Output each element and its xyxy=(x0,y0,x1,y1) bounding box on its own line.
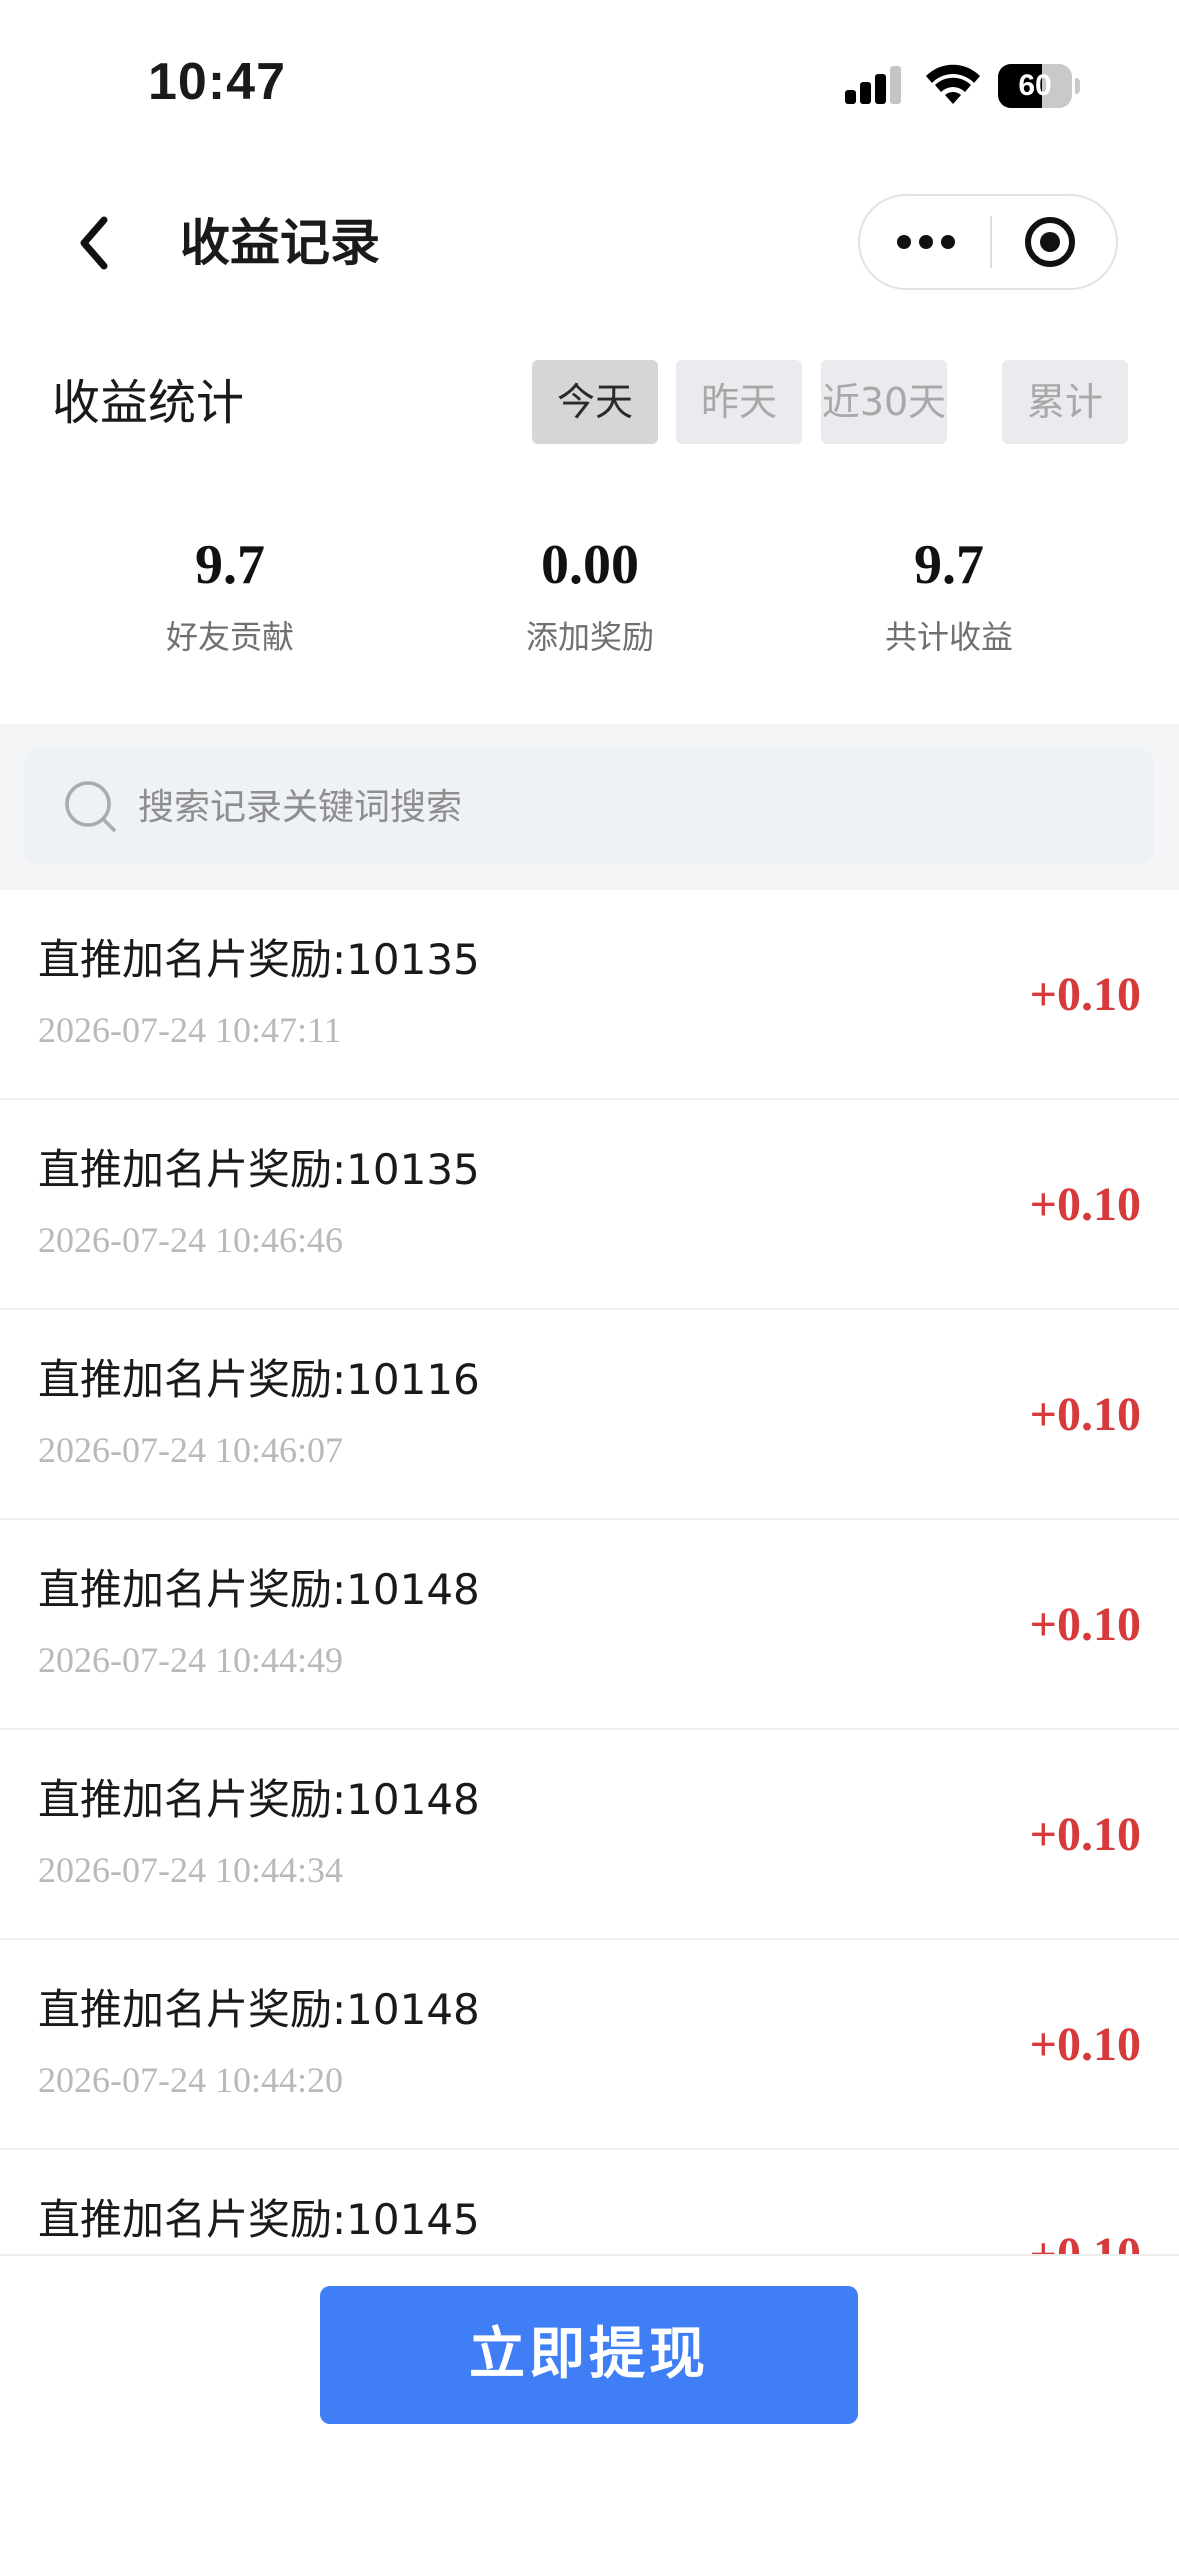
stat-value: 0.00 xyxy=(541,534,639,596)
record-item[interactable]: 直推加名片奖励:10135 2026-07-24 10:47:11 +0.10 xyxy=(0,890,1179,1100)
stat-value: 9.7 xyxy=(195,534,265,596)
record-title: 直推加名片奖励:10135 xyxy=(38,935,480,984)
search-area xyxy=(0,724,1179,890)
record-item[interactable]: 直推加名片奖励:10135 2026-07-24 10:46:46 +0.10 xyxy=(0,1100,1179,1310)
tab-last-30-days[interactable]: 近30天 xyxy=(821,360,947,444)
battery-cap xyxy=(1075,78,1080,94)
record-amount: +0.10 xyxy=(1029,968,1141,1021)
stat-value: 9.7 xyxy=(914,534,984,596)
search-input[interactable] xyxy=(136,748,1120,866)
cellular-signal-icon xyxy=(845,66,901,104)
stat-label: 添加奖励 xyxy=(525,618,654,656)
status-time: 10:47 xyxy=(148,53,286,111)
record-amount: +0.10 xyxy=(1029,1178,1141,1231)
tab-yesterday[interactable]: 昨天 xyxy=(676,360,802,444)
record-title: 直推加名片奖励:10148 xyxy=(38,1565,480,1614)
record-title: 直推加名片奖励:10148 xyxy=(38,1775,480,1824)
record-amount: +0.10 xyxy=(1029,1388,1141,1441)
withdraw-button[interactable]: 立即提现 xyxy=(320,2286,858,2424)
stats-title: 收益统计 xyxy=(52,375,245,431)
tab-cumulative[interactable]: 累计 xyxy=(1002,360,1128,444)
record-item[interactable]: 直推加名片奖励:10145 +0.10 xyxy=(0,2150,1179,2256)
records-list: 直推加名片奖励:10135 2026-07-24 10:47:11 +0.10 … xyxy=(0,890,1179,2256)
tab-today[interactable]: 今天 xyxy=(532,360,658,444)
record-title: 直推加名片奖励:10145 xyxy=(38,2195,480,2244)
battery-level: 60 xyxy=(1018,69,1052,102)
bottom-bar: 立即提现 xyxy=(0,2254,1179,2556)
stat-label: 好友贡献 xyxy=(165,618,294,656)
record-time: 2026-07-24 10:44:49 xyxy=(38,1640,343,1680)
chevron-left-icon[interactable] xyxy=(70,210,120,276)
record-amount: +0.10 xyxy=(1029,1598,1141,1651)
record-title: 直推加名片奖励:10148 xyxy=(38,1985,480,2034)
stat-friend-contribution: 9.7 好友贡献 xyxy=(80,530,380,662)
search-icon xyxy=(65,781,116,832)
wifi-icon xyxy=(926,64,980,104)
battery-icon: 60 xyxy=(998,64,1080,108)
period-tabs: 今天 昨天 近30天 累计 xyxy=(532,360,1132,444)
record-item[interactable]: 直推加名片奖励:10148 2026-07-24 10:44:34 +0.10 xyxy=(0,1730,1179,1940)
nav-bar: 收益记录 xyxy=(0,150,1179,330)
record-title: 直推加名片奖励:10135 xyxy=(38,1145,480,1194)
battery-body: 60 xyxy=(998,64,1072,108)
record-amount: +0.10 xyxy=(1029,2018,1141,2071)
record-time: 2026-07-24 10:44:20 xyxy=(38,2060,343,2100)
page-title: 收益记录 xyxy=(180,214,380,272)
record-time: 2026-07-24 10:47:11 xyxy=(38,1010,342,1050)
stat-total-earnings: 9.7 共计收益 xyxy=(799,530,1099,662)
record-time: 2026-07-24 10:46:07 xyxy=(38,1430,343,1470)
record-time: 2026-07-24 10:44:34 xyxy=(38,1850,343,1890)
record-amount: +0.10 xyxy=(1029,1808,1141,1861)
record-time: 2026-07-24 10:46:46 xyxy=(38,1220,343,1260)
record-amount: +0.10 xyxy=(1029,2228,1141,2256)
more-dots-icon[interactable] xyxy=(860,196,990,288)
record-item[interactable]: 直推加名片奖励:10116 2026-07-24 10:46:07 +0.10 xyxy=(0,1310,1179,1520)
record-title: 直推加名片奖励:10116 xyxy=(38,1355,480,1404)
stat-add-reward: 0.00 添加奖励 xyxy=(440,530,740,662)
record-item[interactable]: 直推加名片奖励:10148 2026-07-24 10:44:49 +0.10 xyxy=(0,1520,1179,1730)
stat-label: 共计收益 xyxy=(884,618,1013,656)
record-item[interactable]: 直推加名片奖励:10148 2026-07-24 10:44:20 +0.10 xyxy=(0,1940,1179,2150)
status-bar: 10:47 60 xyxy=(0,0,1179,150)
search-box[interactable] xyxy=(24,748,1154,866)
mini-program-capsule xyxy=(858,194,1118,290)
target-close-icon[interactable] xyxy=(992,196,1116,288)
